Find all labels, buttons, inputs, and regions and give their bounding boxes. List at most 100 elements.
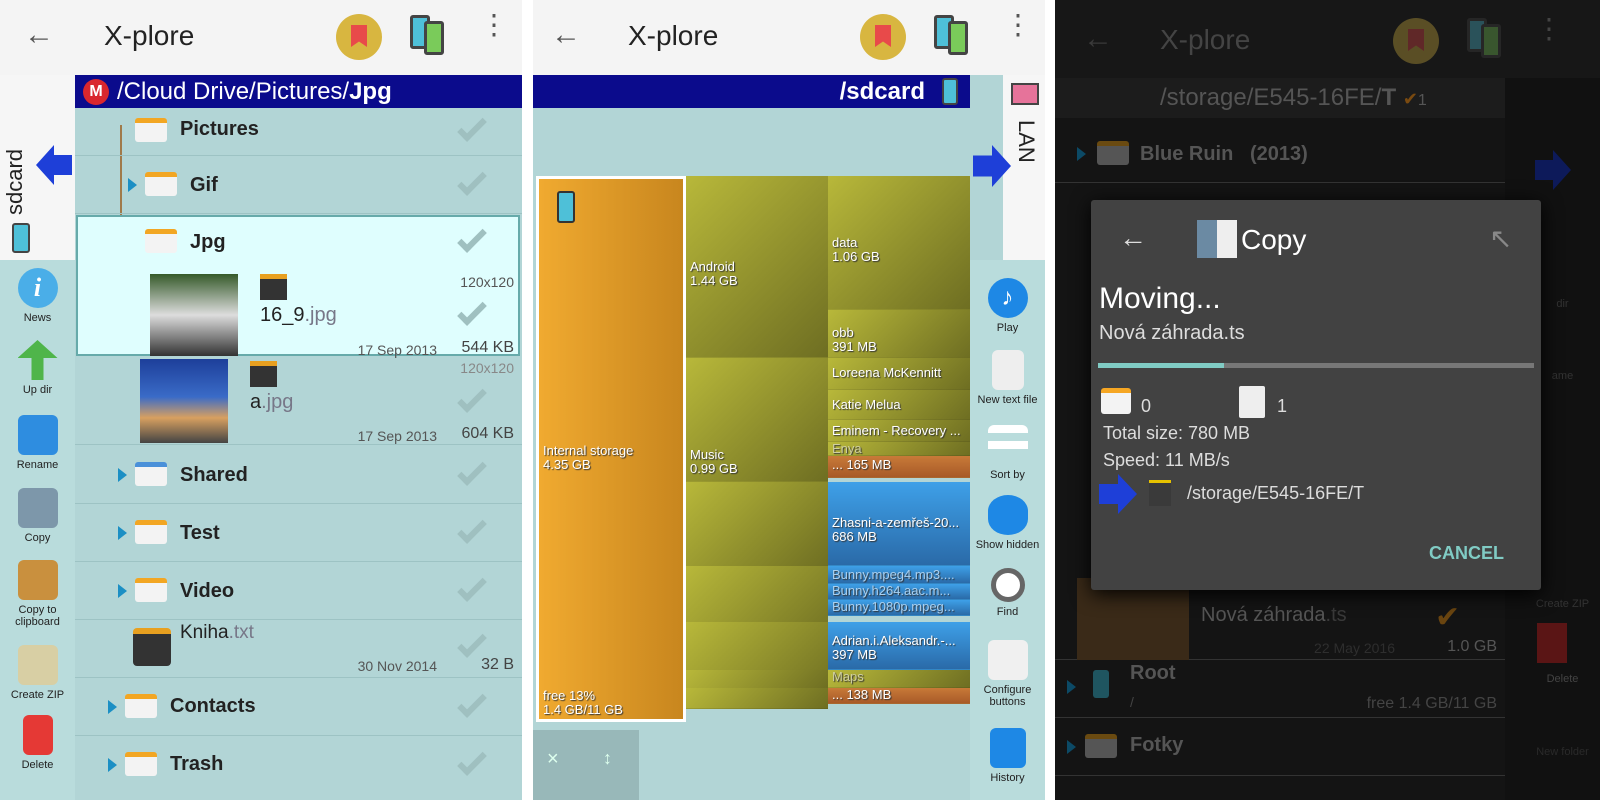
favorite-folder-icon: [1085, 734, 1117, 758]
treemap-folder[interactable]: Music 0.99 GB: [686, 358, 828, 482]
resize-handle[interactable]: ↕: [603, 748, 612, 769]
treemap-item[interactable]: Enya: [828, 442, 970, 456]
more-menu-button[interactable]: ⋮: [1004, 11, 1032, 39]
expand-icon[interactable]: [1067, 740, 1076, 754]
treemap-item[interactable]: Bunny.mpeg4.mp3....: [828, 566, 970, 584]
treemap-item[interactable]: ... 165 MB: [828, 456, 970, 478]
treemap-item[interactable]: Bunny.h264.aac.m...: [828, 584, 970, 600]
treemap-folder[interactable]: Sygic: [686, 670, 828, 689]
treemap-root[interactable]: Internal storage 4.35 GB free 13% 1.4 GB/1…: [536, 176, 686, 722]
expand-icon[interactable]: [118, 584, 127, 598]
label: Maps: [832, 670, 864, 684]
list-item-folder[interactable]: Pictures: [75, 108, 522, 156]
treemap-item[interactable]: data 1.06 GB: [828, 176, 970, 310]
show-hidden-button[interactable]: Show hidden: [970, 495, 1045, 551]
label: Zhasni-a-zemřeš-20...: [832, 515, 960, 530]
expand-icon[interactable]: [1067, 680, 1076, 694]
rename-button[interactable]: Rename: [0, 415, 75, 471]
list-item-folder[interactable]: Blue Ruin (2013): [1055, 125, 1505, 183]
dialog-back-button[interactable]: ←: [1119, 222, 1147, 254]
expand-icon[interactable]: [118, 468, 127, 482]
label: Android: [690, 259, 735, 274]
list-item-file[interactable]: 16_9.jpg 120x120 17 Sep 2013 544 KB: [75, 272, 522, 358]
check-icon[interactable]: [457, 112, 487, 142]
switch-panes-icon[interactable]: [1467, 18, 1503, 60]
expand-icon[interactable]: [118, 526, 127, 540]
list-item-folder[interactable]: Test: [75, 504, 522, 562]
more-menu-button[interactable]: ⋮: [480, 11, 508, 39]
expand-icon[interactable]: [128, 178, 137, 192]
history-button[interactable]: History: [970, 728, 1045, 784]
check-icon[interactable]: [457, 688, 487, 718]
new-folder-button[interactable]: New folder: [1525, 746, 1600, 758]
treemap-item[interactable]: obb 391 MB: [828, 310, 970, 358]
copy-button[interactable]: Copy: [0, 488, 75, 544]
back-button[interactable]: ←: [1083, 22, 1113, 56]
check-icon[interactable]: [457, 166, 487, 196]
treemap-item[interactable]: Loreena McKennitt: [828, 358, 970, 390]
new-text-file-button[interactable]: New text file: [970, 350, 1045, 406]
delete-button[interactable]: Delete: [0, 715, 75, 771]
path-bar[interactable]: /storage/E545-16FE/T ✔1: [1055, 78, 1505, 118]
switch-panes-icon[interactable]: [934, 15, 970, 57]
treemap-folder[interactable]: HTCSpeakData: [686, 688, 828, 709]
expand-icon[interactable]: [1077, 147, 1086, 161]
label: Internal storage: [543, 443, 634, 458]
back-button[interactable]: ←: [551, 18, 581, 52]
cancel-button[interactable]: CANCEL: [1429, 543, 1504, 564]
bookmark-icon[interactable]: [860, 14, 906, 60]
treemap-folder[interactable]: Movies686 MB: [686, 482, 828, 569]
play-button[interactable]: ♪ Play: [970, 278, 1045, 334]
back-button[interactable]: ←: [24, 18, 54, 52]
bookmark-icon[interactable]: [336, 14, 382, 60]
treemap-item[interactable]: Eminem - Recovery ...: [828, 420, 970, 442]
list-item-folder[interactable]: Shared: [75, 446, 522, 504]
delete-button[interactable]: Delete: [1525, 673, 1600, 685]
label: Eminem - Recovery ...: [832, 423, 961, 438]
path-bar[interactable]: /sdcard: [533, 75, 970, 108]
bookmark-icon[interactable]: [1393, 18, 1439, 64]
treemap-folder[interactable]: Android 1.44 GB: [686, 176, 828, 358]
up-dir-button[interactable]: Up dir: [0, 340, 75, 396]
path-bar[interactable]: M /Cloud Drive/Pictures/Jpg: [75, 75, 522, 108]
create-zip-button[interactable]: Create ZIP: [0, 645, 75, 701]
treemap-item[interactable]: Adrian.i.Aleksandr.-... 397 MB: [828, 622, 970, 670]
find-button[interactable]: Find: [970, 568, 1045, 618]
check-icon[interactable]: [457, 514, 487, 544]
list-item-file[interactable]: a.jpg 120x120 17 Sep 2013 604 KB: [75, 357, 522, 445]
check-icon[interactable]: [457, 746, 487, 776]
check-icon[interactable]: ✔: [1435, 600, 1460, 635]
treemap-item[interactable]: ... 138 MB: [828, 688, 970, 704]
check-icon[interactable]: [457, 456, 487, 486]
list-item-folder[interactable]: Fotky: [1055, 718, 1505, 776]
news-button[interactable]: i News: [0, 268, 75, 324]
list-item-file[interactable]: Kniha.txt 30 Nov 2014 32 B: [75, 620, 522, 678]
other-pane-tab[interactable]: sdcard: [0, 75, 75, 260]
sort-by-button[interactable]: Sort by: [970, 425, 1045, 481]
list-item-folder-selected[interactable]: Jpg: [75, 215, 522, 271]
check-icon[interactable]: [457, 628, 487, 658]
copy-to-clipboard-button[interactable]: Copy to clipboard: [0, 560, 75, 628]
more-menu-button[interactable]: ⋮: [1535, 15, 1563, 43]
treemap-item[interactable]: Zhasni-a-zemřeš-20... 686 MB: [828, 482, 970, 566]
treemap-item[interactable]: Katie Melua: [828, 390, 970, 420]
close-button[interactable]: ×: [547, 748, 559, 771]
check-icon[interactable]: [457, 383, 487, 413]
list-item-folder[interactable]: Video: [75, 562, 522, 620]
list-item-storage[interactable]: Root / free 1.4 GB/11 GB: [1055, 660, 1505, 718]
list-item-folder[interactable]: Gif: [75, 156, 522, 214]
check-icon[interactable]: [457, 223, 487, 253]
configure-buttons-button[interactable]: Configure buttons: [970, 640, 1045, 708]
list-item-folder[interactable]: Contacts: [75, 678, 522, 736]
treemap-item[interactable]: Bunny.1080p.mpeg...: [828, 600, 970, 616]
video-thumbnail: [1077, 578, 1189, 660]
expand-icon[interactable]: [108, 700, 117, 714]
create-zip-button[interactable]: Create ZIP: [1525, 598, 1600, 610]
check-icon[interactable]: [457, 572, 487, 602]
minimize-icon[interactable]: ↖: [1489, 222, 1512, 255]
expand-icon[interactable]: [108, 758, 117, 772]
treemap-item[interactable]: Maps: [828, 670, 970, 688]
check-icon[interactable]: [457, 296, 487, 326]
switch-panes-icon[interactable]: [410, 15, 446, 57]
list-item-folder[interactable]: Trash: [75, 736, 522, 794]
